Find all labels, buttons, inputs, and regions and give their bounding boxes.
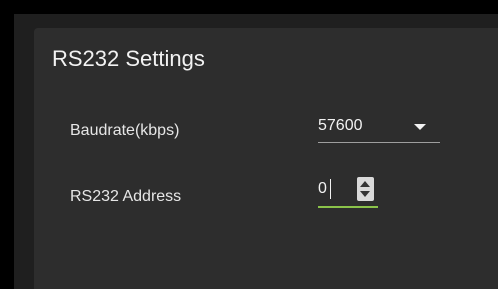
baudrate-selected-value: 57600 [318, 117, 363, 134]
spinner-arrows-icon[interactable] [357, 177, 374, 201]
rs232-address-value[interactable]: 0 [318, 180, 327, 198]
rs232-settings-panel: RS232 Settings Baudrate(kbps) 57600 RS23… [34, 28, 498, 289]
baudrate-select[interactable]: 57600 [318, 112, 440, 143]
baudrate-label: Baudrate(kbps) [70, 122, 180, 139]
increment-icon[interactable] [360, 181, 370, 187]
rs232-address-label: RS232 Address [70, 188, 182, 205]
focus-underline [318, 206, 378, 208]
decrement-icon[interactable] [360, 191, 370, 197]
text-cursor [330, 179, 331, 199]
chevron-down-icon[interactable] [414, 124, 426, 130]
rs232-address-field[interactable]: 0 [318, 176, 378, 208]
panel-title: RS232 Settings [52, 46, 205, 71]
